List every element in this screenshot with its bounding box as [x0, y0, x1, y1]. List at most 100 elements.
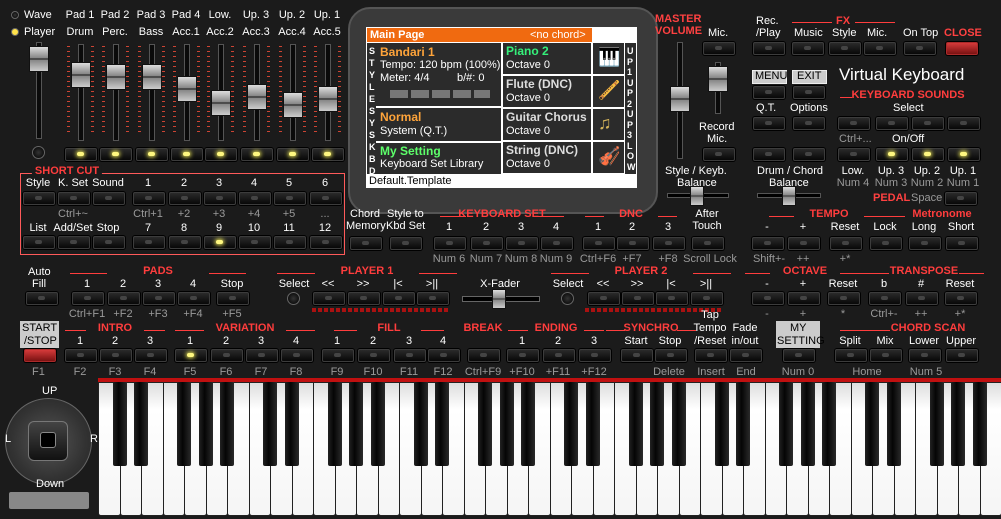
variation-button[interactable]: [281, 349, 313, 362]
intro-button[interactable]: [135, 349, 167, 362]
tempo-button[interactable]: [788, 237, 820, 250]
black-key[interactable]: [521, 382, 535, 466]
black-key[interactable]: [327, 382, 342, 466]
black-key[interactable]: [564, 382, 578, 466]
mixer-fader-knob[interactable]: [318, 86, 338, 112]
metronome-button[interactable]: [909, 237, 941, 250]
chord-scan-button[interactable]: [946, 349, 978, 362]
black-key[interactable]: [134, 382, 148, 466]
black-key[interactable]: [220, 382, 234, 466]
black-key[interactable]: [499, 382, 514, 466]
ending-button[interactable]: [543, 349, 575, 362]
player2-button[interactable]: [622, 292, 654, 305]
kbd-sound-onoff-button[interactable]: [948, 148, 980, 161]
fx-mic-button[interactable]: [864, 42, 896, 55]
tap-tempo-button[interactable]: [695, 349, 727, 362]
octave-button[interactable]: [752, 292, 784, 305]
balance-led-right[interactable]: [793, 148, 825, 161]
black-key[interactable]: [951, 382, 965, 466]
shortcut-button[interactable]: [310, 192, 342, 205]
black-key[interactable]: [736, 382, 750, 466]
fx-music-button[interactable]: [792, 42, 824, 55]
octave-button[interactable]: [828, 292, 860, 305]
pad-button[interactable]: [72, 292, 104, 305]
black-key[interactable]: [198, 382, 213, 466]
chord-scan-button[interactable]: [835, 349, 867, 362]
kbd-set-button[interactable]: [541, 237, 573, 250]
mixer-fader-knob[interactable]: [142, 64, 162, 90]
transpose-button[interactable]: [869, 292, 901, 305]
fill-button[interactable]: [358, 349, 390, 362]
player1-button[interactable]: [348, 292, 380, 305]
mixer-fader-track[interactable]: [78, 44, 84, 141]
tempo-button[interactable]: [830, 237, 862, 250]
after-touch-button[interactable]: [692, 237, 724, 250]
kbd-sound-select-button[interactable]: [948, 117, 980, 130]
close-button[interactable]: [946, 42, 978, 55]
player1-button[interactable]: [383, 292, 415, 305]
black-key[interactable]: [714, 382, 729, 466]
shortcut-button[interactable]: [23, 192, 55, 205]
black-key[interactable]: [800, 382, 815, 466]
kbd-set-button[interactable]: [434, 237, 466, 250]
ending-button[interactable]: [507, 349, 539, 362]
player1-button[interactable]: [313, 292, 345, 305]
on-top-button[interactable]: [904, 42, 936, 55]
intro-button[interactable]: [100, 349, 132, 362]
shortcut-button[interactable]: [93, 192, 125, 205]
black-key[interactable]: [585, 382, 600, 466]
metronome-button[interactable]: [946, 237, 978, 250]
fx-style-button[interactable]: [829, 42, 861, 55]
intro-button[interactable]: [65, 349, 97, 362]
mixer-mute-button[interactable]: [100, 148, 132, 161]
mixer-mute-button[interactable]: [171, 148, 203, 161]
black-key[interactable]: [284, 382, 299, 466]
kbd-sound-select-button[interactable]: [876, 117, 908, 130]
black-key[interactable]: [263, 382, 277, 466]
mixer-fader-knob[interactable]: [211, 90, 231, 116]
kbd-sound-onoff-button[interactable]: [838, 148, 870, 161]
fill-button[interactable]: [428, 349, 460, 362]
screen-arrow-icon[interactable]: [606, 30, 620, 36]
shortcut-button2[interactable]: [169, 236, 201, 249]
kbd-set-button[interactable]: [506, 237, 538, 250]
variation-button[interactable]: [175, 349, 207, 362]
variation-button[interactable]: [246, 349, 278, 362]
synchro-button[interactable]: [655, 349, 687, 362]
black-key[interactable]: [177, 382, 191, 466]
shortcut-button2[interactable]: [58, 236, 90, 249]
black-key[interactable]: [349, 382, 363, 466]
black-key[interactable]: [435, 382, 449, 466]
player2-button[interactable]: [691, 292, 723, 305]
octave-button[interactable]: [788, 292, 820, 305]
rec-play-button[interactable]: [753, 42, 785, 55]
black-key[interactable]: [929, 382, 944, 466]
black-key[interactable]: [413, 382, 428, 466]
master-fader-knob[interactable]: [29, 46, 49, 72]
mic-fader-knob[interactable]: [708, 66, 728, 92]
variation-button[interactable]: [211, 349, 243, 362]
start-stop-button[interactable]: [24, 349, 56, 362]
mixer-mute-button[interactable]: [205, 148, 237, 161]
mic-button[interactable]: [703, 42, 735, 55]
dnc-button[interactable]: [653, 237, 685, 250]
black-key[interactable]: [886, 382, 901, 466]
black-key[interactable]: [370, 382, 385, 466]
shortcut-button2[interactable]: [23, 236, 55, 249]
pad-button[interactable]: [143, 292, 175, 305]
dnc-button[interactable]: [617, 237, 649, 250]
mixer-fader-knob[interactable]: [71, 62, 91, 88]
pad-button[interactable]: [217, 292, 249, 305]
player2-button[interactable]: [656, 292, 688, 305]
shortcut-button2[interactable]: [93, 236, 125, 249]
record-mic-button[interactable]: [703, 148, 735, 161]
player1-button[interactable]: [417, 292, 449, 305]
fill-button[interactable]: [322, 349, 354, 362]
black-key[interactable]: [650, 382, 664, 466]
qt-button[interactable]: [753, 117, 785, 130]
black-key[interactable]: [478, 382, 492, 466]
transpose-button[interactable]: [945, 292, 977, 305]
fade-button[interactable]: [730, 349, 762, 362]
mixer-mute-button[interactable]: [65, 148, 97, 161]
black-key[interactable]: [628, 382, 643, 466]
